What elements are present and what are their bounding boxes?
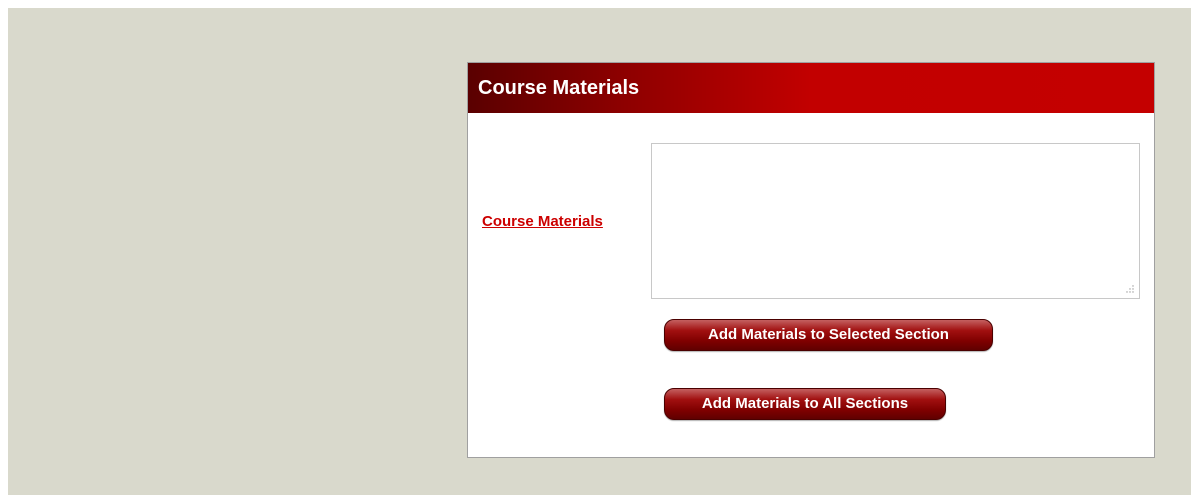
page-background: Course Materials Course Materials Add Ma…	[8, 8, 1191, 495]
panel-title: Course Materials	[468, 63, 1154, 113]
add-materials-selected-section-button[interactable]: Add Materials to Selected Section	[664, 319, 993, 351]
course-materials-textarea-wrapper	[651, 143, 1140, 299]
add-materials-all-sections-button[interactable]: Add Materials to All Sections	[664, 388, 946, 420]
course-materials-panel: Course Materials Course Materials Add Ma…	[467, 62, 1155, 458]
course-materials-label-link[interactable]: Course Materials	[482, 213, 603, 230]
course-materials-textarea[interactable]	[651, 143, 1140, 299]
resize-grip-icon[interactable]	[1126, 285, 1134, 293]
